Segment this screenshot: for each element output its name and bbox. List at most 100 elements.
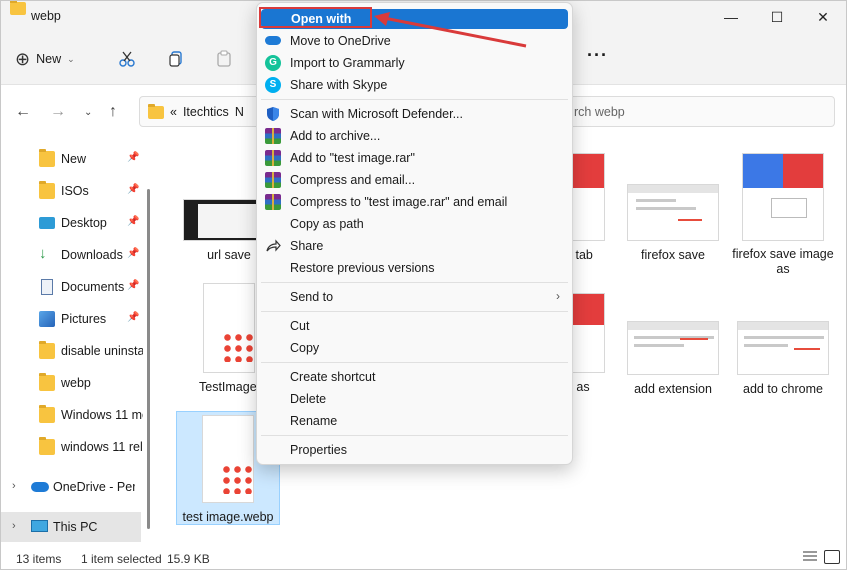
sidebar-item-new[interactable]: New 📌 — [1, 144, 151, 174]
tiles-view-icon[interactable] — [824, 550, 840, 564]
sidebar-item-desktop[interactable]: Desktop 📌 — [1, 208, 151, 238]
menu-item-compress-and-email[interactable]: Compress and email... — [261, 169, 568, 191]
sidebar-item-label: webp — [61, 376, 91, 390]
chevron-right-icon[interactable]: › — [12, 480, 16, 492]
minimize-button[interactable]: — — [708, 1, 754, 33]
file-thumbnail — [737, 321, 829, 375]
sidebar-scrollbar[interactable] — [147, 189, 150, 529]
search-input[interactable]: rch webp — [561, 96, 835, 127]
sidebar-item-label: OneDrive - Perso — [53, 480, 135, 494]
file-tile[interactable]: add to chrome — [731, 321, 835, 397]
sidebar-item-label: This PC — [53, 520, 98, 534]
winrar-icon — [265, 150, 281, 166]
menu-item-copy[interactable]: Copy — [261, 337, 568, 359]
paste-icon[interactable] — [214, 49, 234, 69]
menu-separator — [261, 362, 568, 363]
up-arrow-icon[interactable]: ↑ — [109, 103, 117, 121]
navigation-pane: New 📌 ISOs 📌 Desktop 📌 ↓ Downloads 📌 Doc… — [1, 139, 151, 543]
menu-item-add-to-rar[interactable]: Add to "test image.rar" — [261, 147, 568, 169]
menu-item-label: Add to archive... — [290, 129, 381, 143]
annotation-highlight-box — [259, 7, 372, 28]
details-view-icon[interactable] — [803, 550, 819, 564]
forward-arrow-icon[interactable]: → — [50, 103, 66, 121]
sidebar-item-isos[interactable]: ISOs 📌 — [1, 176, 151, 206]
file-thumbnail — [203, 283, 255, 373]
sidebar-item-disable-uninstall[interactable]: disable uninsta — [1, 336, 151, 366]
more-options-button[interactable]: ··· — [587, 45, 608, 66]
menu-item-cut[interactable]: Cut — [261, 315, 568, 337]
folder-icon — [39, 437, 55, 455]
file-name: add to chrome — [743, 382, 823, 396]
search-placeholder: rch webp — [574, 104, 625, 119]
back-arrow-icon[interactable]: ← — [15, 103, 31, 121]
menu-item-compress-to-rar-and-email[interactable]: Compress to "test image.rar" and email — [261, 191, 568, 213]
menu-item-label: Copy as path — [290, 217, 364, 231]
document-icon — [41, 279, 53, 295]
menu-item-rename[interactable]: Rename — [261, 410, 568, 432]
menu-item-label: Rename — [290, 414, 338, 428]
file-thumbnail — [627, 184, 719, 241]
maximize-button[interactable]: ☐ — [754, 1, 800, 33]
selection-count: 1 item selected — [81, 552, 162, 566]
skype-icon: S — [265, 77, 281, 93]
annotation-arrow-icon — [374, 12, 527, 48]
pin-icon: 📌 — [127, 312, 140, 323]
pin-icon: 📌 — [127, 280, 140, 291]
file-tile[interactable]: firefox save — [621, 184, 725, 263]
defender-icon — [265, 106, 281, 122]
pin-icon: 📌 — [127, 248, 140, 259]
address-bar[interactable]: « Itechtics N — [139, 96, 261, 127]
chevron-right-icon: › — [556, 289, 560, 303]
plus-icon: ⊕ — [15, 48, 31, 69]
onedrive-icon — [265, 36, 281, 45]
menu-item-delete[interactable]: Delete — [261, 388, 568, 410]
menu-item-share[interactable]: Share — [261, 235, 568, 257]
file-name: test image.webp — [182, 510, 274, 524]
sidebar-item-documents[interactable]: Documents 📌 — [1, 272, 151, 302]
breadcrumb-overflow[interactable]: « — [170, 105, 177, 119]
sidebar-item-webp[interactable]: webp — [1, 368, 151, 398]
recent-locations-chevron-icon[interactable]: ⌄ — [84, 107, 92, 118]
sidebar-item-downloads[interactable]: ↓ Downloads 📌 — [1, 240, 151, 270]
menu-item-create-shortcut[interactable]: Create shortcut — [261, 366, 568, 388]
menu-item-import-to-grammarly[interactable]: G Import to Grammarly — [261, 52, 568, 74]
file-name: add extension — [634, 382, 712, 396]
sidebar-item-onedrive[interactable]: › OneDrive - Perso — [1, 472, 151, 502]
sidebar-item-label: windows 11 rele — [61, 440, 143, 454]
menu-item-label: Create shortcut — [290, 370, 376, 384]
menu-item-label: Restore previous versions — [290, 261, 435, 275]
sidebar-item-pictures[interactable]: Pictures 📌 — [1, 304, 151, 334]
chevron-right-icon[interactable]: › — [12, 520, 16, 532]
menu-item-send-to[interactable]: Send to › — [261, 286, 568, 308]
pictures-icon — [39, 311, 55, 327]
download-icon: ↓ — [39, 245, 47, 262]
menu-item-add-to-archive[interactable]: Add to archive... — [261, 125, 568, 147]
sidebar-item-this-pc[interactable]: › This PC — [1, 512, 141, 542]
cut-icon[interactable] — [117, 49, 137, 69]
menu-item-label: Add to "test image.rar" — [290, 151, 415, 165]
menu-item-label: Scan with Microsoft Defender... — [290, 107, 463, 121]
copy-icon[interactable] — [166, 49, 186, 69]
sidebar-item-windows-11-release[interactable]: windows 11 rele — [1, 432, 151, 462]
pin-icon: 📌 — [127, 216, 140, 227]
folder-icon — [10, 1, 26, 15]
menu-item-label: Cut — [290, 319, 310, 333]
folder-icon — [39, 181, 55, 199]
new-button[interactable]: ⊕ New ⌄ — [15, 47, 75, 71]
close-button[interactable]: ✕ — [800, 1, 846, 33]
menu-item-properties[interactable]: Properties — [261, 439, 568, 461]
menu-item-restore-previous-versions[interactable]: Restore previous versions — [261, 257, 568, 279]
menu-item-scan-with-defender[interactable]: Scan with Microsoft Defender... — [261, 103, 568, 125]
pc-icon — [31, 520, 48, 532]
onedrive-icon — [31, 482, 49, 492]
file-tile[interactable]: firefox save image as — [731, 153, 835, 277]
menu-item-share-with-skype[interactable]: S Share with Skype — [261, 74, 568, 96]
menu-item-copy-as-path[interactable]: Copy as path — [261, 213, 568, 235]
breadcrumb-item-truncated[interactable]: N — [235, 105, 244, 119]
sidebar-item-windows-11-media[interactable]: Windows 11 me — [1, 400, 151, 430]
menu-item-label: Share with Skype — [290, 78, 388, 92]
file-tile[interactable]: add extension — [621, 321, 725, 397]
breadcrumb-item[interactable]: Itechtics — [183, 105, 229, 119]
winrar-icon — [265, 172, 281, 188]
sidebar-item-label: disable uninsta — [61, 344, 143, 358]
